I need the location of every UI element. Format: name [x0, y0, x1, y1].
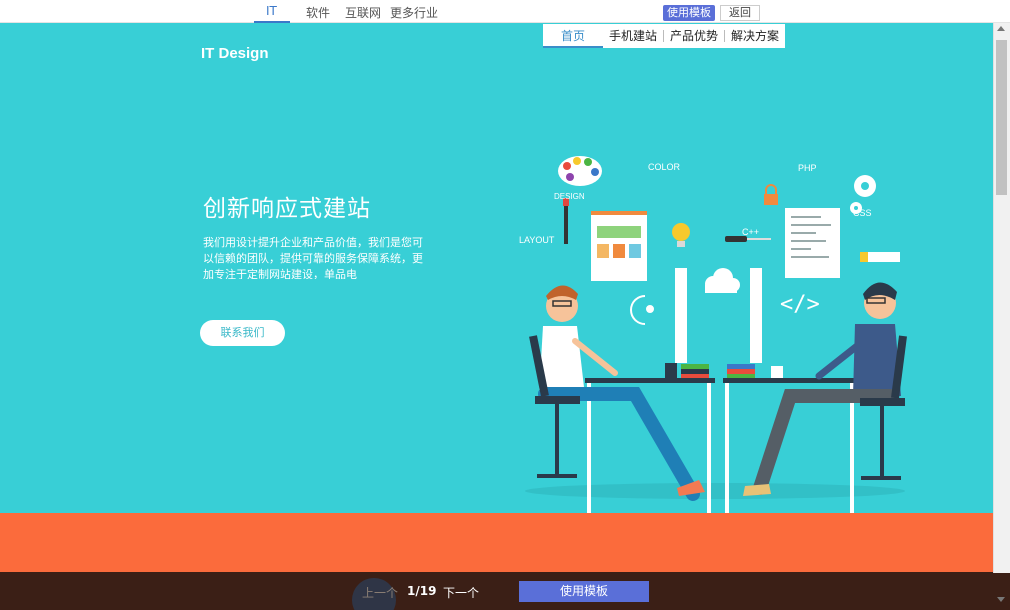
code-brackets-icon: </>	[780, 292, 820, 317]
category-it[interactable]: IT	[266, 4, 277, 18]
brush-icon	[564, 204, 568, 244]
ground-shadow	[525, 483, 905, 499]
code-card-icon	[785, 208, 840, 278]
label-layout: LAYOUT	[519, 235, 555, 245]
developer-right	[743, 282, 907, 496]
nav-advantages[interactable]: 产品优势	[664, 24, 724, 48]
password-field-icon	[860, 252, 900, 262]
bottom-bar	[0, 572, 1010, 610]
scroll-down-arrow-icon[interactable]	[997, 597, 1005, 602]
site-logo[interactable]: IT Design	[201, 45, 269, 62]
hero-section: IT Design 首页 手机建站 产品优势 解决方案 创新响应式建站 我们用设…	[0, 23, 993, 513]
lock-icon	[764, 184, 778, 205]
label-php: PHP	[798, 163, 817, 173]
scroll-up-arrow-icon[interactable]	[997, 26, 1005, 31]
scrollbar-thumb[interactable]	[996, 40, 1007, 195]
coffee-cup	[665, 363, 677, 378]
palette-icon	[558, 156, 602, 186]
hero-description: 我们用设计提升企业和产品价值，我们是您可以信赖的团队，提供可靠的服务保障系统，更…	[203, 236, 423, 279]
page-indicator: 1/19	[407, 584, 437, 598]
cloud-icon	[705, 268, 740, 293]
use-template-button[interactable]: 使用模板	[519, 581, 649, 602]
hero-title: 创新响应式建站	[203, 196, 371, 222]
left-desk	[585, 378, 715, 383]
label-cpp: C++	[742, 227, 759, 237]
prev-template-link[interactable]: 上一个	[362, 584, 398, 601]
use-template-top-button[interactable]: 使用模板	[663, 5, 715, 21]
tea-cup	[771, 366, 783, 378]
contact-us-button[interactable]: 联系我们	[200, 320, 285, 346]
site-nav: 首页 手机建站 产品优势 解决方案	[543, 24, 786, 48]
nav-mobile-site[interactable]: 手机建站	[603, 24, 663, 48]
nav-home[interactable]: 首页	[543, 24, 603, 48]
right-monitor	[750, 268, 762, 363]
nav-solutions[interactable]: 解决方案	[725, 24, 785, 48]
screwdriver-icon	[725, 236, 747, 242]
category-software[interactable]: 软件	[306, 4, 330, 21]
orange-section	[0, 513, 993, 573]
book-stack	[681, 364, 709, 369]
next-template-link[interactable]: 下一个	[443, 584, 479, 601]
category-bar: IT 软件 互联网 更多行业 使用模板 返回	[0, 0, 1010, 23]
label-color: COLOR	[648, 162, 681, 172]
back-button[interactable]: 返回	[720, 5, 760, 21]
layout-card-icon	[591, 211, 647, 281]
label-design: DESIGN	[554, 192, 585, 201]
category-internet[interactable]: 互联网	[345, 4, 381, 21]
left-monitor	[675, 268, 687, 363]
lightbulb-icon	[672, 223, 690, 247]
right-desk	[723, 378, 858, 383]
pen-tool-icon	[630, 295, 654, 325]
developers-illustration: DESIGN LAYOUT COLOR PHP CSS C++ </>	[519, 156, 907, 513]
category-more[interactable]: 更多行业	[390, 4, 438, 21]
